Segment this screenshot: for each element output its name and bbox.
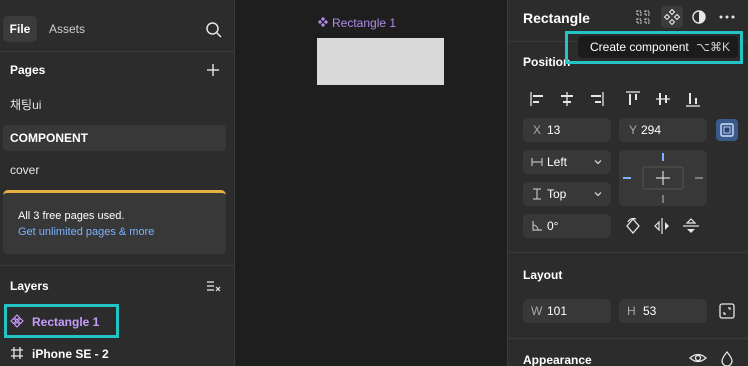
tab-file[interactable]: File bbox=[3, 16, 37, 42]
flip-horizontal-icon[interactable] bbox=[651, 215, 673, 237]
constraint-diagram-icon bbox=[623, 153, 703, 203]
create-component-icon[interactable] bbox=[661, 6, 683, 28]
chevron-down-icon bbox=[594, 192, 602, 197]
horizontal-constraint-select[interactable]: Left bbox=[523, 150, 611, 174]
horizontal-constraint-icon bbox=[531, 158, 543, 166]
divider bbox=[508, 252, 748, 253]
page-limit-message: All 3 free pages used. bbox=[18, 210, 125, 222]
tab-assets[interactable]: Assets bbox=[49, 16, 85, 42]
rotation-icon bbox=[532, 221, 542, 231]
align-right-icon[interactable] bbox=[583, 86, 611, 112]
align-top-icon[interactable] bbox=[619, 86, 647, 112]
x-value: 13 bbox=[547, 123, 561, 137]
page-limit-banner: All 3 free pages used. Get unlimited pag… bbox=[3, 190, 226, 254]
height-label: H bbox=[627, 304, 636, 318]
more-icon[interactable] bbox=[718, 8, 736, 26]
constraint-widget[interactable] bbox=[619, 150, 707, 206]
frame-icon bbox=[11, 347, 23, 359]
mask-icon[interactable] bbox=[690, 8, 708, 26]
chevron-down-icon bbox=[594, 160, 602, 165]
canvas-frame-label[interactable]: Rectangle 1 bbox=[317, 16, 396, 30]
width-field[interactable]: W 101 bbox=[523, 299, 611, 323]
layer-label: iPhone SE - 2 bbox=[32, 347, 109, 361]
drop-icon[interactable] bbox=[718, 350, 736, 366]
height-value: 53 bbox=[643, 304, 657, 318]
canvas-rectangle[interactable] bbox=[317, 38, 444, 85]
highlight-box-tooltip bbox=[565, 31, 743, 64]
upgrade-link[interactable]: Get unlimited pages & more bbox=[18, 226, 154, 238]
page-item[interactable]: cover bbox=[3, 157, 226, 183]
layers-title: Layers bbox=[10, 279, 49, 293]
pages-title: Pages bbox=[10, 63, 46, 77]
align-bottom-icon[interactable] bbox=[679, 86, 707, 112]
layer-item-iphone-se-2[interactable]: iPhone SE - 2 bbox=[10, 344, 109, 364]
appearance-title: Appearance bbox=[523, 353, 592, 366]
align-left-icon[interactable] bbox=[523, 86, 551, 112]
vertical-constraint-value: Top bbox=[547, 187, 567, 201]
component-icon bbox=[317, 16, 329, 28]
horizontal-constraint-value: Left bbox=[547, 155, 568, 169]
rotate-icon[interactable] bbox=[622, 215, 644, 237]
constraints-toggle-icon[interactable] bbox=[716, 119, 738, 141]
vertical-constraint-icon bbox=[533, 188, 541, 200]
rotation-value: 0° bbox=[547, 219, 559, 233]
rotation-field[interactable]: 0° bbox=[523, 214, 611, 238]
y-value: 294 bbox=[641, 123, 662, 137]
frame-label-text: Rectangle 1 bbox=[332, 16, 397, 30]
divider bbox=[0, 265, 235, 266]
search-icon[interactable] bbox=[205, 21, 223, 39]
x-label: X bbox=[533, 123, 542, 137]
panel-tabs: File Assets bbox=[0, 0, 235, 52]
add-page-icon[interactable] bbox=[205, 62, 221, 78]
width-value: 101 bbox=[547, 304, 568, 318]
width-label: W bbox=[531, 304, 543, 318]
divider bbox=[508, 338, 748, 339]
y-label: Y bbox=[629, 123, 638, 137]
eye-icon[interactable] bbox=[688, 350, 708, 366]
page-item-active[interactable]: COMPONENT bbox=[3, 125, 226, 151]
flip-vertical-icon[interactable] bbox=[680, 215, 702, 237]
align-horizontal-center-icon[interactable] bbox=[553, 86, 581, 112]
highlight-box-layer bbox=[4, 304, 119, 338]
selection-title: Rectangle bbox=[523, 10, 590, 26]
layout-title: Layout bbox=[523, 268, 563, 282]
collapse-layers-icon[interactable] bbox=[205, 278, 221, 294]
x-field[interactable]: X 13 bbox=[523, 118, 611, 142]
position-title: Position bbox=[523, 55, 571, 69]
align-vertical-center-icon[interactable] bbox=[649, 86, 677, 112]
grid-icon[interactable] bbox=[634, 8, 652, 26]
resize-to-fit-icon[interactable] bbox=[716, 300, 738, 322]
vertical-constraint-select[interactable]: Top bbox=[523, 182, 611, 206]
page-item[interactable]: 채팅ui bbox=[3, 92, 226, 118]
y-field[interactable]: Y 294 bbox=[619, 118, 707, 142]
height-field[interactable]: H 53 bbox=[619, 299, 707, 323]
